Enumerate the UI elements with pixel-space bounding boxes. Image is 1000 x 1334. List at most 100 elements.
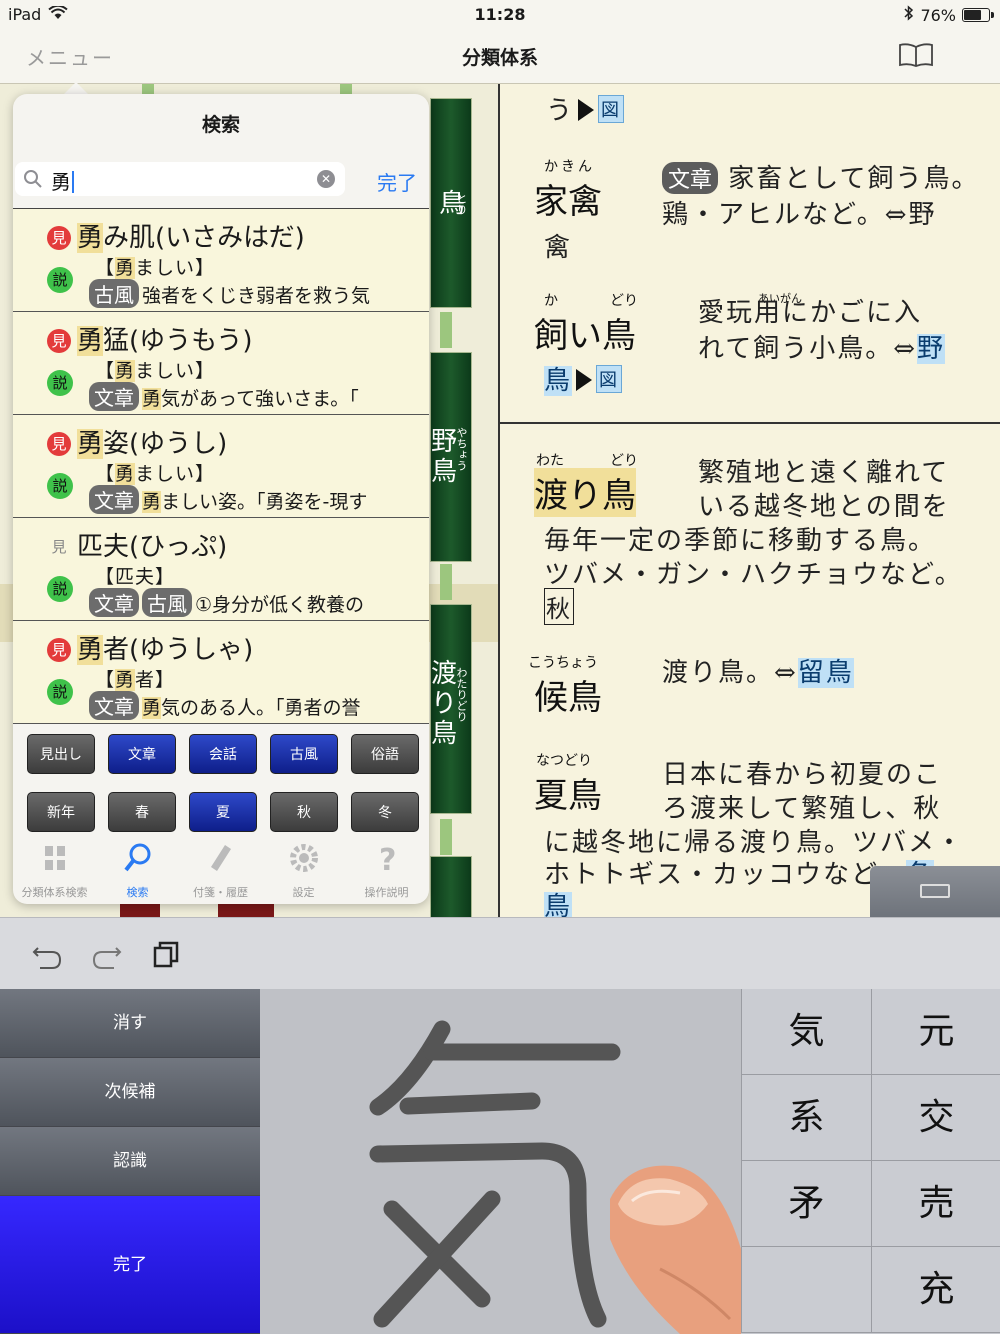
result-kanji: 【匹夫】 xyxy=(95,566,176,588)
search-done-button[interactable]: 完了 xyxy=(377,167,417,196)
midashi-badge: 見 xyxy=(47,329,71,353)
link-yachou[interactable]: 野 xyxy=(917,334,946,364)
popover-tab[interactable]: 付箋・履歴 xyxy=(179,834,262,904)
dictionary-content[interactable]: う図 かきん 家禽 禽 文章 家畜として飼う鳥。 鶏・アヒルなど。⇔野 か どり… xyxy=(500,84,1000,917)
search-result-item[interactable]: 見匹夫(ひっぷ) 【匹夫】説文章 古風 ①身分が低く教養の xyxy=(13,518,429,621)
copy-icon[interactable] xyxy=(150,938,184,972)
candidate-char[interactable]: 気 xyxy=(741,989,871,1075)
category-tab-wataridori[interactable]: 渡り鳥 わたりどり xyxy=(430,604,472,814)
grid-icon xyxy=(39,842,71,874)
book-icon[interactable] xyxy=(898,42,934,68)
result-kanji: 【勇ましい】 xyxy=(95,463,216,485)
handwriting-toolbar xyxy=(0,917,1000,989)
category-button[interactable]: 秋 xyxy=(270,792,338,832)
battery-percent: 76% xyxy=(920,5,956,25)
category-button[interactable]: 会話 xyxy=(189,734,257,774)
category-button[interactable]: 古風 xyxy=(270,734,338,774)
search-result-item[interactable]: 見勇み肌(いさみはだ) 【勇ましい】説古風 強者をくじき弱者を救う気 xyxy=(13,209,429,312)
category-button[interactable]: 新年 xyxy=(27,792,95,832)
hw-done-button[interactable]: 完了 xyxy=(0,1196,260,1334)
result-headword: 匹夫(ひっぷ) xyxy=(77,532,228,562)
clock: 11:28 xyxy=(474,5,526,24)
search-input[interactable]: 勇 ✕ xyxy=(15,162,345,196)
category-button[interactable]: 夏 xyxy=(189,792,257,832)
handwriting-panel: 消す 次候補 認識 完了 気元系交矛売充 xyxy=(0,989,1000,1334)
popover-tab[interactable]: 検索 xyxy=(96,834,179,904)
search-result-item[interactable]: 見勇姿(ゆうし) 【勇ましい】説文章 勇ましい姿。「勇姿を-現す xyxy=(13,415,429,518)
midashi-badge: 見 xyxy=(47,638,71,662)
popover-tab[interactable]: ? 操作説明 xyxy=(345,834,428,904)
recognize-button[interactable]: 認識 xyxy=(0,1127,260,1196)
category-button[interactable]: 俗語 xyxy=(351,734,419,774)
tag-badge: 文章 xyxy=(89,588,139,617)
setsumei-badge: 説 xyxy=(47,370,73,396)
candidate-char[interactable] xyxy=(741,1247,871,1333)
redo-icon[interactable] xyxy=(90,938,124,972)
candidate-char[interactable]: 矛 xyxy=(741,1161,871,1247)
navigation-bar: メニュー 分類体系 xyxy=(0,28,1000,84)
search-results-list: 見勇み肌(いさみはだ) 【勇ましい】説古風 強者をくじき弱者を救う気見勇猛(ゆうもう… xyxy=(13,208,429,724)
link-fuyudori-2[interactable]: 鳥 xyxy=(544,892,573,917)
tag-badge: 古風 xyxy=(89,279,139,308)
midashi-badge: 見 xyxy=(47,432,71,456)
result-headword: 勇猛(ゆうもう) xyxy=(77,326,253,356)
popover-tab[interactable]: 設定 xyxy=(262,834,345,904)
setsumei-badge: 説 xyxy=(47,679,73,705)
season-badge: 秋 xyxy=(544,588,574,625)
result-kanji: 【勇ましい】 xyxy=(95,257,216,279)
result-definition: 文章 勇気のある人。「勇者の誉 xyxy=(89,691,361,720)
category-tab-yachou[interactable]: 野鳥 やちょう xyxy=(430,352,472,562)
entry-word-kakin: 家禽 xyxy=(534,182,602,222)
undo-icon[interactable] xyxy=(30,938,64,972)
result-definition: 文章 勇気があって強いさま。「 xyxy=(89,382,359,411)
search-result-item[interactable]: 見勇猛(ゆうもう) 【勇ましい】説文章 勇気があって強いさま。「 xyxy=(13,312,429,415)
svg-text:?: ? xyxy=(379,843,396,874)
candidate-char[interactable]: 売 xyxy=(871,1161,1000,1247)
help-icon: ? xyxy=(371,842,403,878)
link-yachou-2[interactable]: 鳥 xyxy=(544,366,573,396)
setsumei-badge: 説 xyxy=(47,267,73,293)
keyboard-toggle-button[interactable] xyxy=(870,866,1000,917)
page-title: 分類体系 xyxy=(461,47,538,69)
candidate-char[interactable]: 元 xyxy=(871,989,1000,1075)
gear-icon xyxy=(288,842,320,874)
tag-icon xyxy=(205,842,237,874)
search-result-item[interactable]: 見勇者(ゆうしゃ) 【勇者】説文章 勇気のある人。「勇者の誉 xyxy=(13,621,429,724)
figure-link[interactable]: 図 xyxy=(598,95,625,123)
handwriting-canvas[interactable] xyxy=(260,989,741,1334)
tag-badge: 文章 xyxy=(89,382,139,411)
entry-word-kouchou: 候鳥 xyxy=(534,678,602,718)
midashi-badge: 見 xyxy=(47,226,71,250)
link-ryuuchou[interactable]: 留鳥 xyxy=(797,658,854,688)
result-definition: 文章 古風 ①身分が低く教養の xyxy=(89,588,364,617)
entry-word-wataridori: 渡り鳥 xyxy=(534,468,636,517)
category-button[interactable]: 見出し xyxy=(27,734,95,774)
candidate-char[interactable]: 充 xyxy=(871,1247,1000,1333)
popover-title: 検索 xyxy=(201,114,240,136)
entry-word-natsudori: 夏鳥 xyxy=(534,776,602,816)
triangle-icon xyxy=(576,369,593,391)
text-caret xyxy=(72,171,74,193)
category-button[interactable]: 文章 xyxy=(108,734,176,774)
result-headword: 勇者(ゆうしゃ) xyxy=(77,635,254,665)
erase-button[interactable]: 消す xyxy=(0,989,260,1058)
figure-link[interactable]: 図 xyxy=(596,365,623,393)
category-button[interactable]: 春 xyxy=(108,792,176,832)
tag-bunshou: 文章 xyxy=(662,162,719,194)
tag-badge: 文章 xyxy=(89,691,139,720)
candidate-char[interactable]: 系 xyxy=(741,1075,871,1161)
result-definition: 文章 勇ましい姿。「勇姿を-現す xyxy=(89,485,367,514)
search-query: 勇 xyxy=(51,170,71,194)
candidate-char[interactable]: 交 xyxy=(871,1075,1000,1161)
search-icon xyxy=(122,842,154,874)
category-button[interactable]: 冬 xyxy=(351,792,419,832)
triangle-icon xyxy=(578,99,595,121)
popover-tab[interactable]: 分類体系検索 xyxy=(13,834,96,904)
clear-icon[interactable]: ✕ xyxy=(317,170,335,188)
battery-fill xyxy=(964,10,982,20)
bluetooth-icon xyxy=(904,5,914,25)
tag-badge: 文章 xyxy=(89,485,139,514)
next-candidate-button[interactable]: 次候補 xyxy=(0,1058,260,1127)
tag-badge: 古風 xyxy=(142,588,192,617)
category-tab-tori[interactable]: 鳥 とり xyxy=(430,98,472,308)
